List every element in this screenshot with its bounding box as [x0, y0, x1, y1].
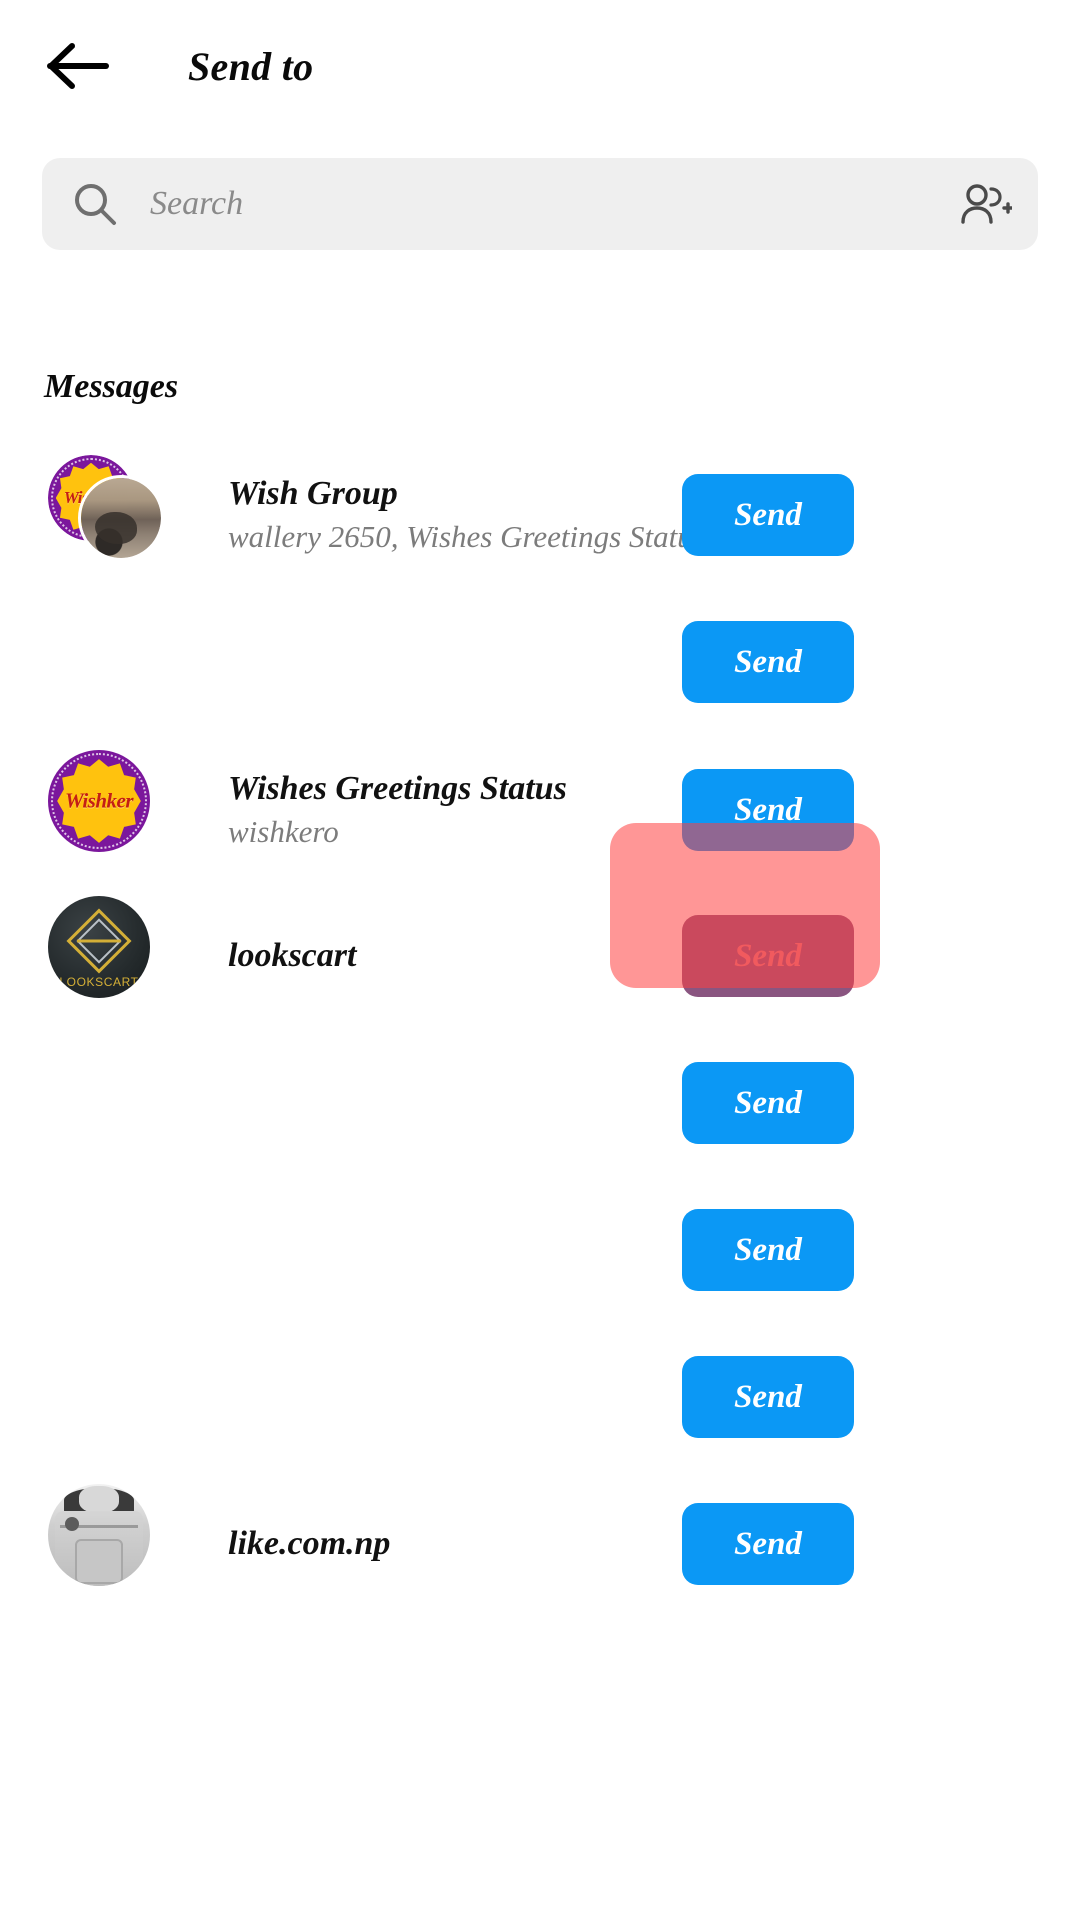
table-row[interactable]: Wishker Wishes Greetings Status wishkero… [0, 750, 1080, 870]
bag-photo-avatar [48, 1484, 150, 1586]
row-text-block: Wish Group wallery 2650, Wishes Greeting… [228, 455, 705, 575]
row-title: lookscart [228, 936, 357, 974]
lookscart-logo-text: LOOKSCART [59, 975, 139, 989]
send-button[interactable]: Send [682, 621, 854, 703]
table-row[interactable]: Send [0, 1043, 1080, 1163]
send-button[interactable]: Send [682, 915, 854, 997]
table-row[interactable]: Wishker Wish Group wallery 2650, Wishes … [0, 455, 1080, 575]
row-text-block: lookscart [228, 896, 356, 1016]
wishker-badge-avatar: Wishker [48, 750, 150, 852]
back-button[interactable] [24, 12, 132, 120]
add-people-icon[interactable] [960, 181, 1012, 227]
wishker-badge-text: Wishker [64, 788, 134, 813]
section-heading-messages: Messages [44, 368, 179, 405]
table-row[interactable]: LOOKSCART lookscart Send [0, 896, 1080, 1016]
send-button[interactable]: Send [682, 474, 854, 556]
send-button[interactable]: Send [682, 1356, 854, 1438]
row-subtitle: wishkero [228, 814, 339, 850]
row-title: like.com.np [228, 1524, 391, 1562]
search-input[interactable] [150, 185, 960, 223]
row-text-block: Wishes Greetings Status wishkero [228, 750, 567, 870]
app-header: Send to [0, 0, 1080, 132]
table-row[interactable]: Send [0, 1190, 1080, 1310]
group-avatar: Wishker [48, 455, 166, 561]
send-button[interactable]: Send [682, 769, 854, 851]
search-bar[interactable] [42, 158, 1038, 250]
row-subtitle: wallery 2650, Wishes Greetings Status [228, 519, 705, 555]
avatar: Wishker [48, 750, 150, 852]
avatar: Wishker [48, 455, 164, 561]
page-title: Send to [188, 43, 314, 89]
avatar [48, 1484, 150, 1586]
table-row[interactable]: like.com.np Send [0, 1484, 1080, 1604]
table-row[interactable]: Send [0, 1337, 1080, 1457]
row-title: Wish Group [228, 475, 398, 513]
avatar: LOOKSCART [48, 896, 150, 998]
row-title: Wishes Greetings Status [228, 770, 567, 808]
send-to-screen: Send to Messages [0, 0, 1080, 1920]
send-button[interactable]: Send [682, 1503, 854, 1585]
lookscart-logo-avatar: LOOKSCART [48, 896, 150, 998]
arrow-left-icon [46, 40, 110, 92]
send-button[interactable]: Send [682, 1062, 854, 1144]
avatar-photo [78, 475, 164, 561]
row-text-block: like.com.np [228, 1484, 390, 1604]
send-button[interactable]: Send [682, 1209, 854, 1291]
table-row[interactable]: Send [0, 602, 1080, 722]
search-icon [72, 181, 118, 227]
